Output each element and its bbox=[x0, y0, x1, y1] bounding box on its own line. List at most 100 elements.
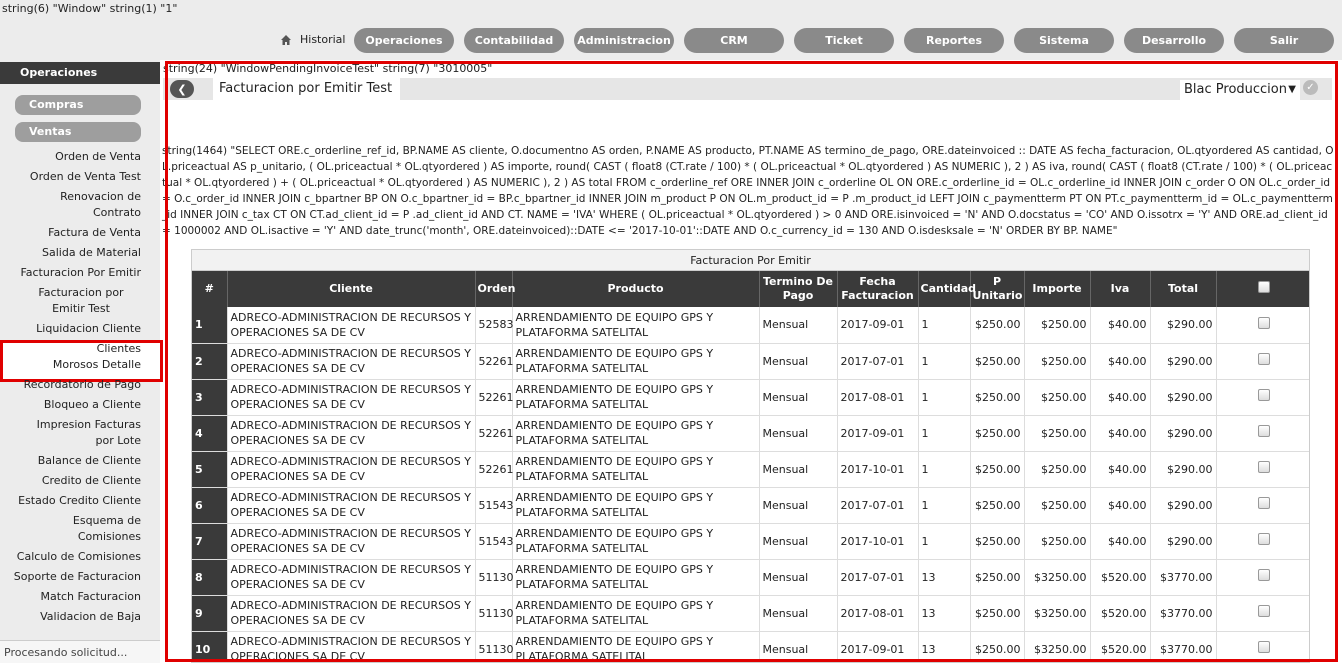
table-row[interactable]: 3 ADRECO-ADMINISTRACION DE RECURSOS Y OPE… bbox=[192, 379, 1309, 416]
cell-index: 4 bbox=[192, 415, 228, 452]
row-checkbox[interactable] bbox=[1257, 425, 1270, 437]
cell-cantidad: 1 bbox=[918, 307, 971, 344]
cell-fecha: 2017-10-01 bbox=[837, 523, 919, 560]
sidebar-item-orden-de-venta-test[interactable]: Orden de Venta Test bbox=[11, 169, 141, 185]
organization-select[interactable]: Blac Produccion ▼ bbox=[1180, 80, 1300, 100]
cell-fecha: 2017-07-01 bbox=[837, 487, 919, 524]
col-header-termino[interactable]: Termino De Pago bbox=[759, 271, 838, 307]
window-debug-output: string(24) "WindowPendingInvoiceTest" st… bbox=[163, 62, 493, 75]
col-header-fecha[interactable]: Fecha Facturacion bbox=[837, 271, 919, 307]
menu-salir[interactable]: Salir bbox=[1234, 28, 1334, 53]
table-row[interactable]: 7 ADRECO-ADMINISTRACION DE RECURSOS Y OPE… bbox=[192, 523, 1309, 560]
sidebar-item-validacion-de-baja[interactable]: Validacion de Baja bbox=[11, 609, 141, 625]
row-checkbox[interactable] bbox=[1257, 533, 1270, 545]
cell-importe: $250.00 bbox=[1024, 523, 1091, 560]
sidebar-item-balance-de-cliente[interactable]: Balance de Cliente bbox=[11, 453, 141, 469]
cell-fecha: 2017-09-01 bbox=[837, 415, 919, 452]
sidebar-item-facturacion-por-emitir-test[interactable]: Facturacion por Emitir Test bbox=[21, 285, 141, 317]
back-button[interactable]: ❮ bbox=[170, 80, 194, 98]
sidebar-item-clientes-morosos-detalle[interactable]: Clientes Morosos Detalle bbox=[51, 341, 141, 373]
cell-producto: ARRENDAMIENTO DE EQUIPO GPS Y PLATAFORMA… bbox=[512, 451, 760, 488]
menu-desarrollo[interactable]: Desarrollo bbox=[1124, 28, 1224, 53]
cell-importe: $250.00 bbox=[1024, 487, 1091, 524]
status-bar: Procesando solicitud... bbox=[0, 640, 160, 663]
cell-p-unitario: $250.00 bbox=[970, 343, 1025, 380]
sidebar-item-match-facturacion[interactable]: Match Facturacion bbox=[11, 589, 141, 605]
row-checkbox[interactable] bbox=[1257, 641, 1270, 653]
sidebar-group-ventas[interactable]: Ventas bbox=[15, 122, 141, 142]
sidebar-item-salida-de-material[interactable]: Salida de Material bbox=[11, 245, 141, 261]
cell-p-unitario: $250.00 bbox=[970, 487, 1025, 524]
cell-index: 3 bbox=[192, 379, 228, 416]
row-checkbox[interactable] bbox=[1257, 389, 1270, 401]
cell-producto: ARRENDAMIENTO DE EQUIPO GPS Y PLATAFORMA… bbox=[512, 379, 760, 416]
col-header-importe[interactable]: Importe bbox=[1024, 271, 1091, 307]
sidebar-title[interactable]: Operaciones bbox=[0, 62, 160, 84]
table-row[interactable]: 5 ADRECO-ADMINISTRACION DE RECURSOS Y OPE… bbox=[192, 451, 1309, 488]
menu-administracion[interactable]: Administracion bbox=[574, 28, 674, 53]
col-header-cantidad[interactable]: Cantidad bbox=[918, 271, 976, 307]
select-all-checkbox[interactable] bbox=[1257, 281, 1270, 293]
cell-iva: $40.00 bbox=[1090, 343, 1151, 380]
sidebar-item-orden-de-venta[interactable]: Orden de Venta bbox=[11, 149, 141, 165]
cell-importe: $3250.00 bbox=[1024, 595, 1091, 632]
sidebar-item-calculo-de-comisiones[interactable]: Calculo de Comisiones bbox=[11, 549, 141, 565]
col-header-index: # bbox=[192, 271, 228, 307]
sidebar-item-liquidacion-cliente[interactable]: Liquidacion Cliente bbox=[11, 321, 141, 337]
row-checkbox[interactable] bbox=[1257, 569, 1270, 581]
menu-contabilidad[interactable]: Contabilidad bbox=[464, 28, 564, 53]
menu-crm[interactable]: CRM bbox=[684, 28, 784, 53]
sidebar-item-esquema-de-comisiones[interactable]: Esquema de Comisiones bbox=[61, 513, 141, 545]
cell-cantidad: 13 bbox=[918, 559, 971, 596]
table-row[interactable]: 6 ADRECO-ADMINISTRACION DE RECURSOS Y OPE… bbox=[192, 487, 1309, 524]
window-tab-title[interactable]: Facturacion por Emitir Test bbox=[213, 78, 401, 100]
sidebar-item-renovacion-de-contrato[interactable]: Renovacion de Contrato bbox=[51, 189, 141, 221]
col-header-p-unitario[interactable]: P Unitario bbox=[970, 271, 1025, 307]
sidebar-item-recordatorio-de-pago[interactable]: Recordatorio de Pago bbox=[11, 377, 141, 393]
cell-fecha: 2017-10-01 bbox=[837, 451, 919, 488]
col-header-producto[interactable]: Producto bbox=[512, 271, 760, 307]
cell-orden: 52583 bbox=[475, 307, 514, 344]
check-icon[interactable]: ✓ bbox=[1303, 80, 1318, 95]
sidebar-item-impresion-facturas-por-lote[interactable]: Impresion Facturas por Lote bbox=[16, 417, 141, 449]
cell-iva: $40.00 bbox=[1090, 523, 1151, 560]
row-checkbox[interactable] bbox=[1257, 353, 1270, 365]
home-icon bbox=[281, 34, 291, 45]
row-checkbox[interactable] bbox=[1257, 461, 1270, 473]
table-row[interactable]: 9 ADRECO-ADMINISTRACION DE RECURSOS Y OPE… bbox=[192, 595, 1309, 632]
cell-p-unitario: $250.00 bbox=[970, 595, 1025, 632]
cell-importe: $250.00 bbox=[1024, 415, 1091, 452]
cell-cliente: ADRECO-ADMINISTRACION DE RECURSOS Y OPER… bbox=[227, 523, 476, 560]
menu-reportes[interactable]: Reportes bbox=[904, 28, 1004, 53]
historial-link[interactable]: Historial bbox=[280, 33, 345, 46]
col-header-iva[interactable]: Iva bbox=[1090, 271, 1151, 307]
menu-operaciones[interactable]: Operaciones bbox=[354, 28, 454, 53]
sidebar-item-soporte-de-facturacion[interactable]: Soporte de Facturacion bbox=[11, 569, 141, 585]
col-header-orden[interactable]: Orden bbox=[475, 271, 515, 307]
cell-select bbox=[1216, 307, 1309, 344]
table-row[interactable]: 8 ADRECO-ADMINISTRACION DE RECURSOS Y OPE… bbox=[192, 559, 1309, 596]
cell-cliente: ADRECO-ADMINISTRACION DE RECURSOS Y OPER… bbox=[227, 343, 476, 380]
table-row[interactable]: 4 ADRECO-ADMINISTRACION DE RECURSOS Y OPE… bbox=[192, 415, 1309, 452]
cell-cliente: ADRECO-ADMINISTRACION DE RECURSOS Y OPER… bbox=[227, 307, 476, 344]
row-checkbox[interactable] bbox=[1257, 605, 1270, 617]
cell-cantidad: 1 bbox=[918, 379, 971, 416]
col-header-cliente[interactable]: Cliente bbox=[227, 271, 476, 307]
table-row[interactable]: 10 ADRECO-ADMINISTRACION DE RECURSOS Y OP… bbox=[192, 631, 1309, 662]
table-row[interactable]: 2 ADRECO-ADMINISTRACION DE RECURSOS Y OPE… bbox=[192, 343, 1309, 380]
sidebar-item-estado-credito-cliente[interactable]: Estado Credito Cliente bbox=[11, 493, 141, 509]
sidebar-item-facturacion-por-emitir[interactable]: Facturacion Por Emitir bbox=[11, 265, 141, 281]
sidebar-item-credito-de-cliente[interactable]: Credito de Cliente bbox=[11, 473, 141, 489]
menu-sistema[interactable]: Sistema bbox=[1014, 28, 1114, 53]
menu-ticket[interactable]: Ticket bbox=[794, 28, 894, 53]
cell-total: $3770.00 bbox=[1150, 631, 1217, 662]
sidebar-item-bloqueo-a-cliente[interactable]: Bloqueo a Cliente bbox=[11, 397, 141, 413]
row-checkbox[interactable] bbox=[1257, 316, 1270, 329]
sidebar-group-compras[interactable]: Compras bbox=[15, 95, 141, 115]
table-body: 1 ADRECO-ADMINISTRACION DE RECURSOS Y OPE… bbox=[192, 307, 1309, 662]
cell-orden: 52261 bbox=[475, 343, 514, 380]
col-header-total[interactable]: Total bbox=[1150, 271, 1217, 307]
row-checkbox[interactable] bbox=[1257, 497, 1270, 509]
sidebar-item-factura-de-venta[interactable]: Factura de Venta bbox=[11, 225, 141, 241]
table-row[interactable]: 1 ADRECO-ADMINISTRACION DE RECURSOS Y OPE… bbox=[192, 307, 1309, 344]
